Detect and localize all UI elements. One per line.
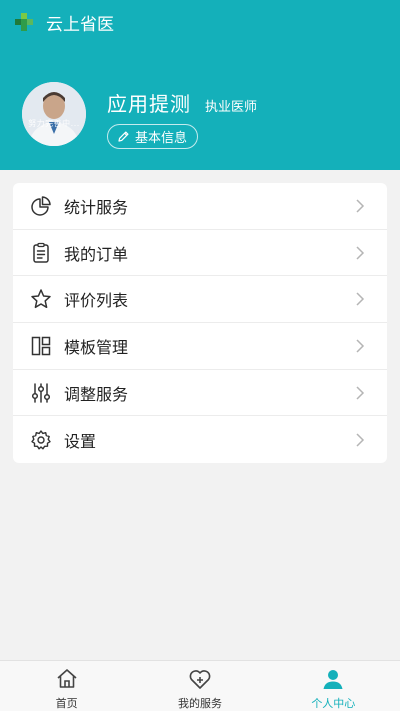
menu-item-settings[interactable]: 设置 bbox=[13, 416, 387, 463]
menu-item-label: 评价列表 bbox=[64, 291, 129, 311]
pie-chart-icon bbox=[31, 196, 51, 216]
avatar-caption: 努力完善中... bbox=[28, 119, 80, 128]
doctor-name: 应用提测 bbox=[107, 92, 191, 116]
chevron-right-icon bbox=[356, 246, 365, 260]
clipboard-icon bbox=[33, 242, 49, 263]
chevron-right-icon bbox=[356, 386, 365, 400]
star-icon bbox=[31, 289, 51, 309]
menu-item-orders[interactable]: 我的订单 bbox=[13, 230, 387, 277]
basic-info-button[interactable]: 基本信息 bbox=[107, 124, 199, 149]
menu-item-label: 模板管理 bbox=[64, 337, 129, 357]
profile-page: 云上省医 努力完善中... 应用提测 执业医师 基本信息 统计服务 我的订单 评… bbox=[0, 0, 400, 711]
sliders-icon bbox=[31, 382, 51, 403]
doctor-photo bbox=[22, 82, 86, 146]
nav-item-home[interactable]: 首页 bbox=[0, 661, 133, 711]
nav-item-my-services[interactable]: 我的服务 bbox=[133, 661, 266, 711]
chevron-right-icon bbox=[356, 199, 365, 213]
menu-item-statistics[interactable]: 统计服务 bbox=[13, 183, 387, 230]
chevron-right-icon bbox=[356, 339, 365, 353]
nav-label: 个人中心 bbox=[311, 697, 356, 710]
menu-item-templates[interactable]: 模板管理 bbox=[13, 323, 387, 370]
menu-card: 统计服务 我的订单 评价列表 模板管理 调整服务 设置 bbox=[13, 183, 387, 463]
chevron-right-icon bbox=[356, 433, 365, 447]
medical-cross-logo-icon bbox=[15, 13, 33, 31]
home-icon bbox=[57, 669, 77, 688]
doctor-name-row: 应用提测 执业医师 bbox=[107, 88, 257, 117]
nav-label: 我的服务 bbox=[177, 697, 222, 710]
avatar[interactable]: 努力完善中... bbox=[22, 82, 86, 146]
template-layout-icon bbox=[31, 336, 51, 356]
basic-info-label: 基本信息 bbox=[135, 131, 188, 146]
menu-item-reviews[interactable]: 评价列表 bbox=[13, 276, 387, 324]
gear-icon bbox=[31, 430, 51, 450]
chevron-right-icon bbox=[356, 292, 365, 306]
menu-item-adjust-service[interactable]: 调整服务 bbox=[13, 370, 387, 417]
profile-header: 云上省医 努力完善中... 应用提测 执业医师 基本信息 bbox=[0, 0, 400, 170]
menu-item-label: 我的订单 bbox=[64, 244, 129, 264]
menu-item-label: 调整服务 bbox=[64, 384, 129, 404]
doctor-title: 执业医师 bbox=[205, 100, 258, 115]
bottom-nav: 首页 我的服务 个人中心 bbox=[0, 660, 400, 711]
user-icon bbox=[323, 670, 343, 689]
heart-plus-icon bbox=[189, 670, 211, 689]
pencil-icon bbox=[118, 131, 129, 142]
app-title: 云上省医 bbox=[46, 14, 114, 35]
nav-item-profile[interactable]: 个人中心 bbox=[267, 661, 400, 711]
app-bar: 云上省医 bbox=[14, 9, 114, 35]
menu-item-label: 统计服务 bbox=[64, 197, 129, 217]
menu-item-label: 设置 bbox=[64, 431, 97, 451]
nav-label: 首页 bbox=[55, 697, 78, 710]
